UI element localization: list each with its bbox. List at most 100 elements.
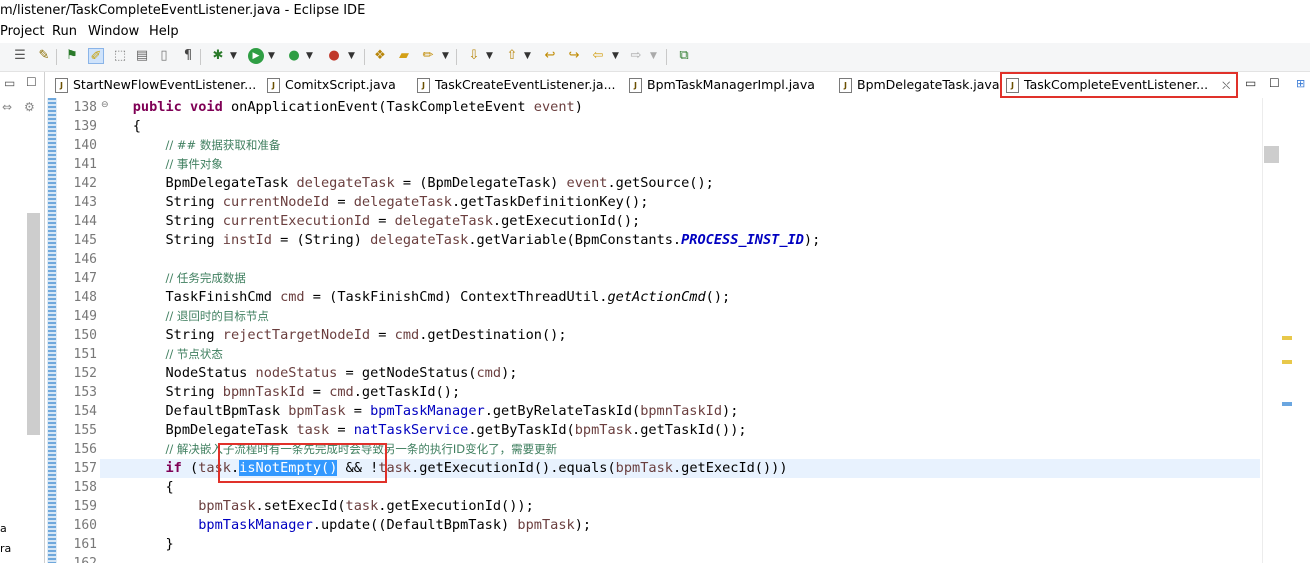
format-icon[interactable]: ☰ (12, 48, 28, 64)
chevron-down-icon[interactable]: ▼ (486, 48, 493, 64)
toolbar-separator (666, 49, 667, 65)
code-text-area[interactable]: public void onApplicationEvent(TaskCompl… (100, 98, 1260, 563)
line-number: 157 (73, 461, 97, 476)
back-icon[interactable]: ⇦ (590, 48, 606, 64)
pilcrow-icon[interactable]: ¶ (180, 48, 196, 64)
occurrence-marker[interactable] (1282, 402, 1292, 406)
scrollbar-thumb[interactable] (1264, 146, 1279, 163)
menu-window[interactable]: Window (88, 22, 139, 42)
close-icon[interactable]: ⛌ (1222, 79, 1230, 92)
collapse-icon[interactable]: ⇔ (2, 100, 12, 114)
line-number: 152 (73, 366, 97, 381)
tab-comitxscript[interactable]: J ComitxScript.java (263, 72, 415, 98)
line-number: 146 (73, 252, 97, 267)
menu-run[interactable]: Run (52, 22, 77, 42)
java-file-icon: J (839, 78, 852, 93)
code-line: // 节点状态 (165, 347, 223, 361)
line-number: 162 (57, 554, 97, 563)
tab-label: TaskCompleteEventListener... (1024, 77, 1209, 92)
mark-occurrences-icon[interactable]: ✐ (88, 48, 104, 64)
chevron-down-icon[interactable]: ▼ (650, 48, 657, 64)
warning-marker[interactable] (1282, 360, 1292, 364)
line-number: 160 (73, 518, 97, 533)
line-number: 158 (73, 480, 97, 495)
chevron-down-icon[interactable]: ▼ (230, 48, 237, 64)
java-file-icon: J (1006, 78, 1019, 93)
toggle-comment-icon[interactable]: ✎ (36, 48, 52, 64)
code-line: String bpmnTaskId = cmd.getTaskId(); (165, 384, 461, 400)
code-line: String currentExecutionId = delegateTask… (165, 213, 641, 229)
package-explorer-pane: ▭ ☐ ⇔ ⚙ a ra (0, 72, 45, 563)
menu-project[interactable]: Project (0, 22, 44, 42)
code-line: // 退回时的目标节点 (165, 309, 269, 323)
right-trim-bar: ⊞ (1290, 72, 1310, 98)
coverage-icon[interactable]: ● (286, 48, 302, 64)
tree-item-text[interactable]: ra (0, 542, 11, 555)
tree-item-text[interactable]: a (0, 522, 7, 535)
open-folder-icon[interactable]: ▰ (396, 48, 412, 64)
menu-help[interactable]: Help (149, 22, 179, 42)
tab-taskcreate[interactable]: J TaskCreateEventListener.ja... (413, 72, 625, 98)
code-editor[interactable]: 138 ⊖ 139 140 141 142 143 144 145 146 14… (45, 98, 1262, 563)
warning-marker[interactable] (1282, 336, 1292, 340)
maximize-icon[interactable]: ☐ (1269, 76, 1280, 90)
pilcrow-icon[interactable]: ▯ (156, 48, 172, 64)
tab-label: BpmDelegateTask.java (857, 77, 1000, 92)
toolbar-separator (456, 49, 457, 65)
prev-annotation-icon[interactable]: ⇧ (504, 48, 520, 64)
code-line: NodeStatus nodeStatus = getNodeStatus(cm… (165, 365, 518, 381)
line-number: 138 (73, 100, 97, 115)
line-number: 161 (73, 537, 97, 552)
main-toolbar: ☰ ✎ ⚑ ✐ ⬚ ▤ ▯ ¶ ✱ ▼ ▶ ▼ ● ▼ ● ▼ ❖ ▰ ✏ ▼ … (0, 43, 1310, 72)
line-number: 144 (73, 214, 97, 229)
maximize-icon[interactable]: ☐ (26, 75, 37, 89)
tab-taskcomplete[interactable]: J TaskCompleteEventListener... ⛌ (1000, 72, 1238, 98)
annotation-highlight-box (218, 443, 387, 483)
editor-vertical-scrollbar[interactable] (1262, 98, 1281, 563)
tab-bpmdelegatetask[interactable]: J BpmDelegateTask.java (835, 72, 1017, 98)
menu-bar: Project Run Window Help (0, 22, 1310, 42)
chevron-down-icon[interactable]: ▼ (306, 48, 313, 64)
tab-startnewflow[interactable]: J StartNewFlowEventListener... (51, 72, 263, 98)
bookmark-icon[interactable]: ⚑ (64, 48, 80, 64)
next-annotation-icon[interactable]: ⇩ (466, 48, 482, 64)
line-number: 150 (73, 328, 97, 343)
minimize-icon[interactable]: ▭ (1245, 76, 1256, 90)
last-edit-icon[interactable]: ↩ (542, 48, 558, 64)
line-number: 155 (73, 423, 97, 438)
line-number-gutter: 138 ⊖ 139 140 141 142 143 144 145 146 14… (57, 98, 109, 563)
left-pane-scrollbar[interactable] (27, 213, 40, 435)
code-line: DefaultBpmTask bpmTask = bpmTaskManager.… (165, 403, 739, 419)
forward-nav-icon[interactable]: ⇨ (628, 48, 644, 64)
chevron-down-icon[interactable]: ▼ (442, 48, 449, 64)
tab-bpmtaskmanagerimpl[interactable]: J BpmTaskManagerImpl.java (625, 72, 837, 98)
line-number: 141 (73, 157, 97, 172)
code-line: // ## 数据获取和准备 (165, 138, 281, 152)
minimize-icon[interactable]: ▭ (4, 76, 15, 90)
pin-editor-icon[interactable]: ⧉ (676, 48, 692, 64)
line-number: 154 (73, 404, 97, 419)
overview-ruler (1280, 98, 1310, 563)
line-number: 159 (73, 499, 97, 514)
open-type-icon[interactable]: ❖ (372, 48, 388, 64)
chevron-down-icon[interactable]: ▼ (268, 48, 275, 64)
chevron-down-icon[interactable]: ▼ (612, 48, 619, 64)
run-icon[interactable]: ▶ (248, 48, 264, 64)
line-number: 156 (73, 442, 97, 457)
line-number: 147 (73, 271, 97, 286)
java-file-icon: J (267, 78, 280, 93)
chevron-down-icon[interactable]: ▼ (348, 48, 355, 64)
debug-icon[interactable]: ✱ (210, 48, 226, 64)
forward-icon[interactable]: ↪ (566, 48, 582, 64)
chevron-down-icon[interactable]: ▼ (524, 48, 531, 64)
search-icon[interactable]: ✏ (420, 48, 436, 64)
tab-label: ComitxScript.java (285, 77, 396, 92)
block-select-icon[interactable]: ⬚ (112, 48, 128, 64)
java-file-icon: J (417, 78, 430, 93)
code-line: BpmDelegateTask task = natTaskService.ge… (165, 422, 747, 438)
outline-view-icon[interactable]: ⊞ (1296, 77, 1305, 90)
link-editor-icon[interactable]: ⚙ (24, 100, 35, 114)
line-number: 140 (73, 138, 97, 153)
external-tools-icon[interactable]: ● (326, 48, 342, 64)
show-whitespace-icon[interactable]: ▤ (134, 48, 150, 64)
